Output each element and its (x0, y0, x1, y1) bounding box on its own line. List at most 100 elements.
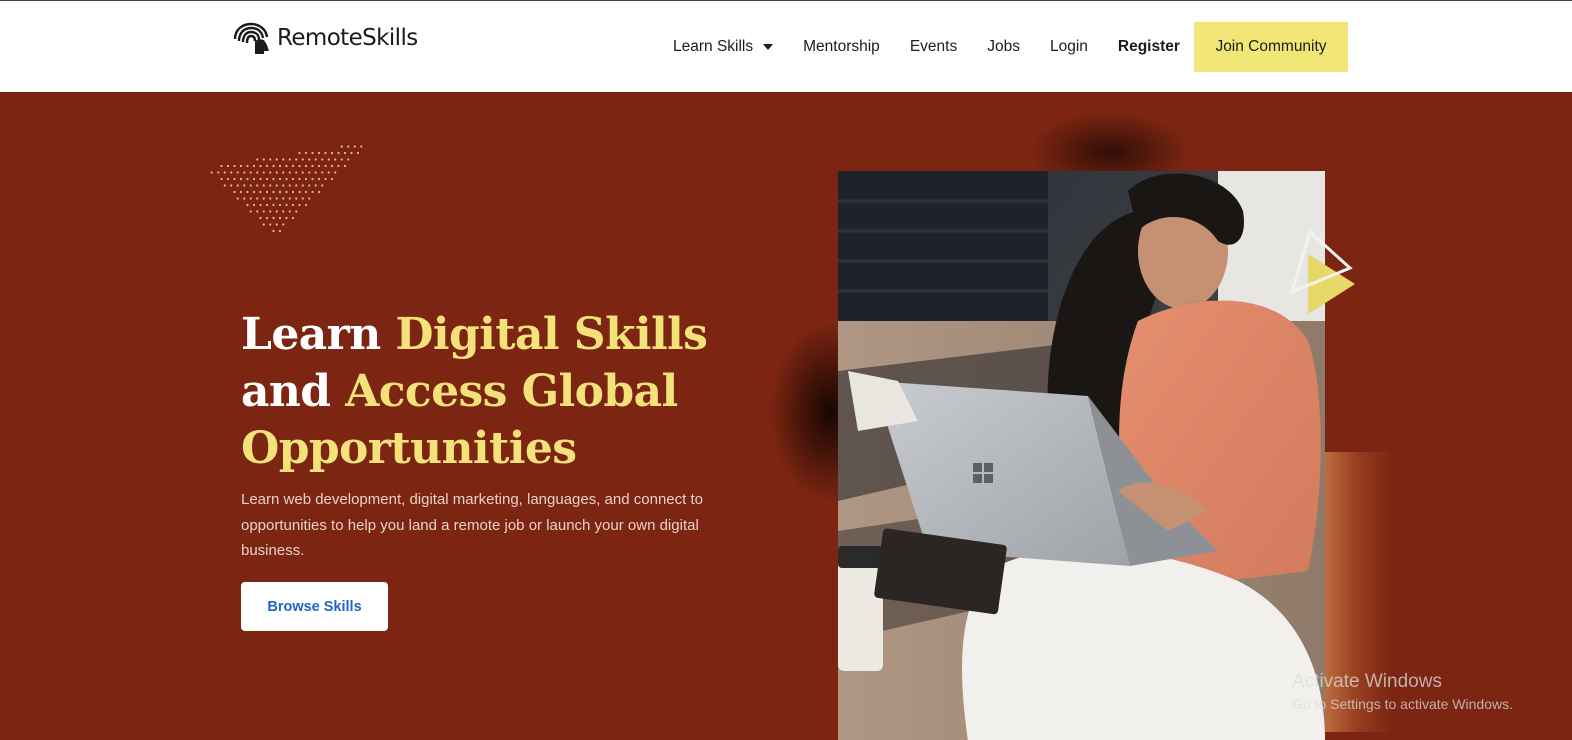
watermark-title: Activate Windows (1292, 671, 1442, 692)
dotted-triangle-decoration (210, 145, 363, 233)
decor-dot (262, 197, 265, 200)
decor-dot (259, 164, 262, 168)
decor-dot (282, 171, 285, 174)
decor-dot (259, 216, 262, 220)
decor-dot (252, 190, 256, 194)
decor-dot (324, 164, 327, 168)
decor-dot (285, 177, 288, 181)
decor-dot (298, 190, 301, 194)
decor-dot (236, 197, 239, 200)
decor-dot (269, 171, 272, 174)
decor-dot (311, 177, 314, 181)
decor-dot (249, 171, 252, 174)
decor-dot (301, 184, 304, 187)
decor-dot (317, 164, 321, 168)
decor-dot (278, 216, 282, 220)
decor-dot (295, 184, 298, 187)
decor-dot (301, 197, 304, 200)
decor-dot (233, 164, 236, 168)
join-community-button[interactable]: Join Community (1194, 22, 1348, 72)
decor-dot (223, 184, 226, 187)
decor-dot (265, 203, 269, 207)
nav-jobs[interactable]: Jobs (987, 38, 1020, 56)
decor-dot (226, 164, 230, 168)
decor-dot (278, 190, 282, 194)
decor-dot (239, 190, 243, 194)
decor-dot (347, 145, 350, 148)
decor-dot (353, 145, 356, 148)
decor-dot (210, 171, 213, 174)
decor-dot (330, 177, 334, 181)
decor-dot (298, 203, 301, 207)
watermark-subtitle: Go to Settings to activate Windows. (1292, 696, 1513, 712)
decor-dot (256, 158, 259, 161)
decor-dot (314, 171, 317, 174)
decor-dot (304, 164, 308, 168)
decor-dot (285, 190, 288, 194)
decor-dot (262, 171, 265, 174)
decor-dot (288, 171, 291, 174)
decor-dot (246, 164, 249, 168)
nav-register[interactable]: Register (1118, 38, 1180, 56)
decor-dot (272, 203, 275, 207)
decor-dot (340, 158, 343, 161)
decor-dot (282, 210, 285, 213)
decor-dot (356, 151, 360, 155)
nav-mentorship[interactable]: Mentorship (803, 38, 880, 56)
caret-down-icon (763, 44, 774, 50)
decor-dot (243, 184, 246, 187)
decor-dot (223, 171, 226, 174)
decor-dot (269, 210, 272, 213)
decor-dot (272, 216, 275, 220)
decor-dot (288, 197, 291, 200)
decor-dot (298, 164, 301, 168)
decor-dot (265, 164, 269, 168)
decor-dot (269, 197, 272, 200)
decor-dot (285, 164, 288, 168)
decor-dot (301, 171, 304, 174)
decor-dot (246, 203, 249, 207)
decor-dot (239, 177, 243, 181)
decor-dot (321, 184, 324, 187)
browse-skills-button[interactable]: Browse Skills (241, 582, 388, 631)
decor-dot (246, 177, 249, 181)
decor-dot (262, 158, 265, 161)
decor-dot (308, 171, 311, 174)
decor-dot (321, 171, 324, 174)
decor-dot (308, 197, 311, 200)
decor-dot (272, 190, 275, 194)
decor-dot (233, 190, 236, 194)
decor-dot (252, 164, 256, 168)
decor-dot (265, 216, 269, 220)
decor-dot (304, 190, 308, 194)
decor-dot (337, 151, 340, 155)
nav-events[interactable]: Events (910, 38, 957, 56)
decor-dot (308, 158, 311, 161)
nav-learn-skills[interactable]: Learn Skills (673, 38, 774, 56)
decor-dot (301, 158, 304, 161)
decor-dot (252, 177, 256, 181)
decor-dot (275, 197, 278, 200)
decor-dot (360, 145, 363, 148)
decor-dot (230, 171, 233, 174)
main-nav: Learn Skills Mentorship Events Jobs Logi… (673, 22, 1196, 72)
decor-dot (275, 210, 278, 213)
nav-login[interactable]: Login (1050, 38, 1088, 56)
decor-dot (256, 210, 259, 213)
decor-dot (278, 229, 282, 233)
decor-dot (256, 171, 259, 174)
decor-dot (340, 145, 343, 148)
decor-dot (272, 164, 275, 168)
decor-dot (324, 151, 327, 155)
decor-dot (278, 177, 282, 181)
decor-dot (275, 158, 278, 161)
decor-dot (311, 190, 314, 194)
brand-logo[interactable]: RemoteSkills (231, 21, 418, 55)
decor-dot (278, 203, 282, 207)
decor-dot (249, 197, 252, 200)
decor-dot (334, 158, 337, 161)
decor-dot (311, 151, 314, 155)
fingerprint-head-icon (233, 22, 269, 54)
decor-dot (252, 203, 256, 207)
decor-dot (249, 210, 252, 213)
